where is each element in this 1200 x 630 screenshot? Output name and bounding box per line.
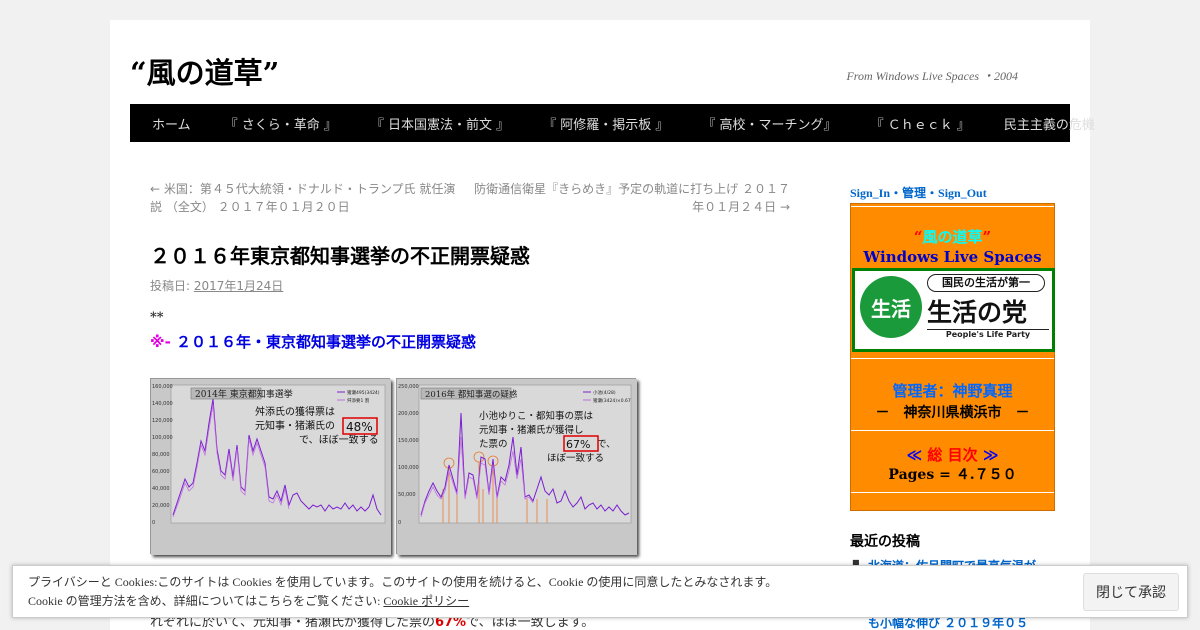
chart-2016-caption-1: 小池ゆりこ・都知事の票は [479, 410, 594, 422]
panel-subtitle: Windows Live Spaces [863, 248, 1042, 266]
y-tick: 200,000 [398, 411, 419, 417]
cookie-line-1: プライバシーと Cookies:このサイトは Cookies を使用しています。… [28, 575, 778, 589]
chart-2016-svg: 250,000 200,000 150,000 100,000 50,000 0 [397, 379, 637, 555]
party-logo-english: People's Life Party [927, 329, 1049, 339]
page-container: “風の道草” From Windows Live Spaces ・2004 ホー… [110, 20, 1095, 630]
cookie-line-2: Cookie の管理方法を含め、詳細についてはこちらをご覧ください: Cooki… [28, 592, 777, 611]
y-tick: 140,000 [152, 401, 173, 407]
panel-admin: 管理者：神野真理 [892, 382, 1013, 400]
pages-label: Pages = [888, 467, 956, 483]
chart-2016-caption-3: た票の [479, 439, 508, 450]
profile-panel: “風の道草” Windows Live Spaces 生活 国民の生活が第一 生… [850, 203, 1055, 511]
chart-2016-title: 2016年 都知事選の疑惑 [425, 389, 518, 400]
post-navigation: ← 米国：第４５代大統領・ドナルド・トランプ氏 就任演説 （全文） ２０１７年０… [150, 180, 790, 216]
panel-title-quote-close: ” [982, 228, 992, 246]
chart-2014-svg: 160,000 140,000 120,000 100,000 80,000 6… [151, 379, 391, 555]
y-tick: 100,000 [398, 465, 419, 471]
chart-2014-caption-2: 元知事・猪瀬氏の [255, 419, 335, 432]
post-date-link[interactable]: 2017年1月24日 [194, 279, 283, 293]
chart-2016-highlight: 67% [566, 438, 590, 451]
main-nav: ホーム 『 さくら・革命 』 『 日本国憲法・前文 』 『 阿修羅・掲示板 』 … [130, 104, 1095, 142]
party-logo-slogan: 国民の生活が第一 [927, 274, 1045, 292]
panel-title-text: 風の道草 [922, 228, 983, 246]
site-title[interactable]: “風の道草” [130, 50, 279, 92]
panel-toc-link[interactable]: ≪ 総 目次 ≫ [851, 444, 1054, 465]
next-post-link[interactable]: 防衛通信衛星『きらめき』予定の軌道に打ち上げ ２０１７年０１月２４日 → [470, 180, 790, 216]
chart-2016-legend-1: 小池(4/28) [593, 389, 616, 396]
y-tick: 50,000 [398, 492, 416, 498]
toc-text: 総 目次 [927, 446, 978, 464]
nav-item-sakura[interactable]: 『 さくら・革命 』 [213, 114, 349, 133]
chart-2016-caption-5: ほぼ一致する [547, 452, 604, 464]
panel-divider [851, 206, 1054, 207]
chart-2016-legend-2: 猪瀬(3424)×0.67 [593, 397, 631, 404]
election-chart-2014[interactable]: 160,000 140,000 120,000 100,000 80,000 6… [150, 378, 391, 555]
toc-right: ≫ [977, 446, 999, 464]
cookie-text: プライバシーと Cookies:このサイトは Cookies を使用しています。… [28, 573, 777, 611]
party-logo-name: 生活の党 [927, 298, 1028, 327]
site-description: From Windows Live Spaces ・2004 [846, 69, 1018, 83]
chart-images: 160,000 140,000 120,000 100,000 80,000 6… [150, 378, 790, 555]
cookie-banner: プライバシーと Cookies:このサイトは Cookies を使用しています。… [12, 565, 1188, 618]
y-tick: 40,000 [152, 486, 170, 492]
party-logo[interactable]: 生活 国民の生活が第一 生活の党 People's Life Party [852, 268, 1055, 352]
post-date-label: 投稿日: [150, 279, 194, 293]
nav-item-asyura[interactable]: 『 阿修羅・掲示板 』 [531, 114, 680, 133]
panel-divider [851, 358, 1054, 359]
panel-location: － 神奈川県横浜市 － [875, 405, 1030, 421]
nav-item-check[interactable]: 『 Ｃｈｅｃｋ 』 [859, 114, 982, 133]
cookie-policy-link[interactable]: Cookie ポリシー [383, 594, 469, 608]
y-tick: 100,000 [152, 435, 173, 441]
post-asterisks: ** [150, 310, 164, 325]
chart-2016-caption-4: で、 [597, 439, 616, 450]
post-title: ２０１６年東京都知事選挙の不正開票疑惑 [150, 244, 530, 268]
toc-left: ≪ [906, 446, 928, 464]
y-tick: 0 [152, 520, 155, 526]
chart-2014-caption-3: で、ほぼ一致する [299, 433, 379, 446]
panel-pages: Pages = ４.７５０ [851, 464, 1054, 484]
y-tick: 250,000 [398, 384, 419, 390]
chart-2016-title-box: 2016年 都知事選の疑惑 [420, 387, 518, 400]
post-meta: 投稿日: 2017年1月24日 [150, 277, 790, 294]
chart-2014-legend-2: 舛添要1 割 [347, 397, 370, 404]
subhead-mark: ※- [150, 333, 177, 351]
prev-post-link[interactable]: ← 米国：第４５代大統領・ドナルド・トランプ氏 就任演説 （全文） ２０１７年０… [150, 180, 460, 216]
chart-2014-caption-1: 舛添氏の獲得票は [255, 405, 335, 418]
party-logo-inner: 生活 国民の生活が第一 生活の党 People's Life Party [855, 271, 1052, 349]
main-content: ← 米国：第４５代大統領・ドナルド・トランプ氏 就任演説 （全文） ２０１７年０… [150, 180, 790, 555]
y-tick: 150,000 [398, 438, 419, 444]
chart-2014-title: 2014年 東京都知事選挙 [195, 388, 293, 400]
cookie-accept-button[interactable]: 閉じて承認 [1083, 573, 1179, 611]
sign-in-link[interactable]: Sign_In・管理・Sign_Out [850, 184, 1070, 201]
y-tick: 0 [398, 520, 401, 526]
chart-2014-legend-1: 猪瀬495(3424) [347, 389, 380, 396]
panel-divider [851, 430, 1054, 431]
sidebar: Sign_In・管理・Sign_Out “風の道草” Windows Live … [850, 184, 1070, 574]
chart-2016-caption-2: 元知事・猪瀬氏が獲得し [479, 424, 584, 436]
chart-2014-title-box: 2014年 東京都知事選挙 [190, 387, 293, 400]
cookie-line-2-prefix: Cookie の管理方法を含め、詳細についてはこちらをご覧ください: [28, 594, 384, 608]
y-tick: 20,000 [152, 503, 170, 509]
y-tick: 60,000 [152, 469, 170, 475]
subhead-text: ２０１６年・東京都知事選挙の不正開票疑惑 [176, 333, 477, 351]
y-tick: 120,000 [152, 418, 173, 424]
nav-item-democracy[interactable]: 民主主義の危機 [992, 114, 1107, 133]
nav-item-home[interactable]: ホーム [140, 114, 203, 133]
nav-item-marching[interactable]: 『 高校・マーチング』 [690, 114, 848, 133]
y-tick: 160,000 [152, 384, 173, 390]
nav-item-constitution[interactable]: 『 日本国憲法・前文 』 [359, 114, 521, 133]
recent-posts-title: 最近の投稿 [850, 534, 920, 550]
party-logo-circle: 生活 [860, 276, 922, 338]
y-tick: 80,000 [152, 452, 170, 458]
pages-value: ４.７５０ [955, 467, 1017, 483]
post-subheading: ※- ２０１６年・東京都知事選挙の不正開票疑惑 [150, 331, 790, 352]
panel-title: “風の道草” [851, 226, 1054, 247]
chart-2014-highlight: 48% [346, 420, 373, 434]
election-chart-2016[interactable]: 250,000 200,000 150,000 100,000 50,000 0 [396, 378, 637, 555]
panel-divider [851, 492, 1054, 493]
